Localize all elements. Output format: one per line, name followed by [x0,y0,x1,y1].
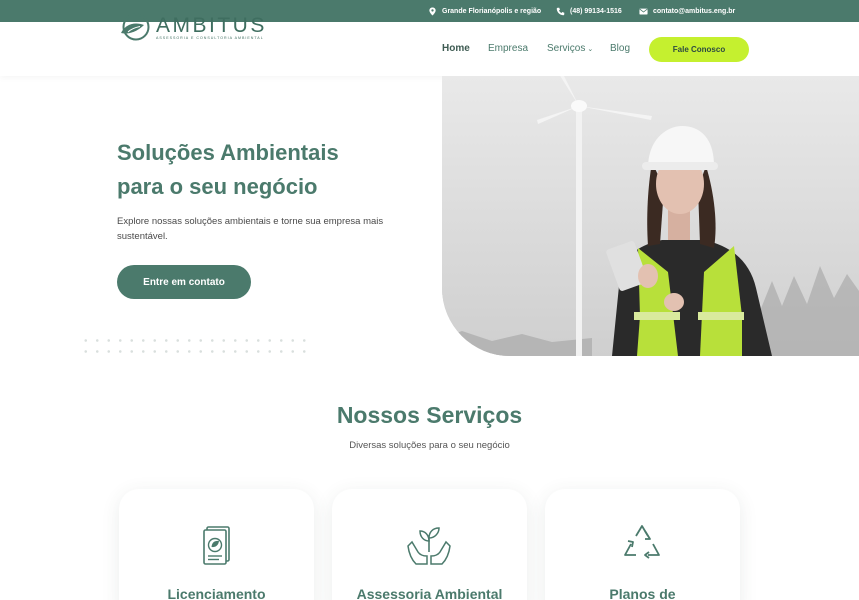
location-text: Grande Florianópolis e região [442,7,542,15]
mail-icon [639,8,648,15]
hero-title: Soluções Ambientais para o seu negócio [117,136,417,204]
nav-servicos[interactable]: Serviços ⌄ [547,43,593,54]
ambitus-logo[interactable]: AMBITUS ASSESSORIA E CONSULTORIA AMBIENT… [118,11,268,43]
fale-conosco-button[interactable]: Fale Conosco [649,37,749,62]
service-card-title: Assessoria Ambiental [356,586,503,600]
email-text: contato@ambitus.eng.br [653,7,736,15]
service-card-title: Planos de [609,586,676,600]
nav-servicos-label: Serviços [547,43,586,54]
logo-wordmark: AMBITUS [156,14,267,37]
engineer-wind-turbine-image [442,76,859,356]
services-subtitle: Diversas soluções para o seu negócio [349,440,510,451]
nav-empresa[interactable]: Empresa [488,43,528,54]
hero-title-line-1: Soluções Ambientais [117,140,339,165]
location-info: Grande Florianópolis e região [428,0,541,22]
recycle-icon [624,525,660,559]
document-leaf-icon [203,526,230,565]
logo-tagline: ASSESSORIA E CONSULTORIA AMBIENTAL [156,36,264,40]
services-title: Nossos Serviços [336,402,523,428]
email-info[interactable]: contato@ambitus.eng.br [639,0,735,22]
service-card-title: Licenciamento [167,586,266,600]
leaf-logo-icon [121,13,150,41]
nav-home[interactable]: Home [442,43,470,54]
chevron-down-icon: ⌄ [587,46,594,53]
hero-title-line-2: para o seu negócio [117,174,318,199]
phone-info[interactable]: (48) 99134-1516 [556,0,622,22]
phone-icon [556,7,565,15]
phone-text: (48) 99134-1516 [570,7,622,15]
location-pin-icon [429,6,436,16]
nav-blog[interactable]: Blog [610,43,630,54]
service-card-licenciamento[interactable]: Licenciamento [119,489,314,600]
service-card-assessoria-ambiental[interactable]: Assessoria Ambiental [332,489,527,600]
hero-subtitle: Explore nossas soluções ambientais e tor… [117,216,384,242]
service-card-planos[interactable]: Planos de [545,489,740,600]
hands-plant-icon [407,527,451,565]
entre-em-contato-button[interactable]: Entre em contato [117,265,251,299]
dot-pattern-decoration [80,335,310,355]
hero-image [442,76,859,356]
